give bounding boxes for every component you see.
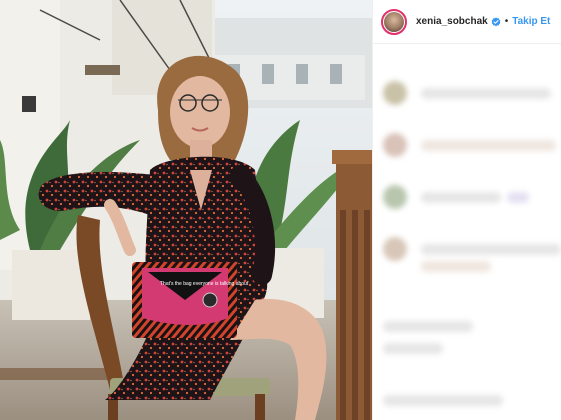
blurred-avatar: [383, 237, 407, 261]
blurred-text: [421, 139, 556, 151]
separator-dot: •: [504, 16, 509, 27]
blurred-avatar: [383, 185, 407, 209]
blurred-comment: [383, 237, 561, 261]
blurred-text: [507, 191, 529, 203]
post-photo: That's the bag everyone is talking about: [0, 0, 372, 420]
blurred-text: [383, 395, 503, 406]
blurred-comment: [383, 343, 443, 354]
blurred-comment: [383, 185, 529, 209]
bag-inscription: That's the bag everyone is talking about: [160, 281, 249, 287]
avatar-image: [384, 11, 404, 32]
profile-avatar[interactable]: [381, 8, 407, 35]
blurred-text: [383, 321, 473, 332]
username-link[interactable]: xenia_sobchak: [416, 16, 488, 27]
blurred-text: [421, 243, 561, 255]
verified-badge-icon: [491, 16, 501, 26]
post-header: xenia_sobchak • Takip Et: [373, 0, 561, 44]
blurred-comment: [383, 81, 551, 105]
blurred-comment: [421, 261, 491, 272]
blurred-comment: [383, 395, 503, 406]
blurred-comments: [373, 45, 561, 420]
blurred-comment: [383, 321, 473, 332]
blurred-text: [383, 343, 443, 354]
post-sidebar: xenia_sobchak • Takip Et: [372, 0, 561, 420]
blurred-text: [421, 261, 491, 272]
blurred-avatar: [383, 81, 407, 105]
blurred-avatar: [383, 133, 407, 157]
blurred-text: [421, 191, 501, 203]
blurred-comment: [383, 133, 556, 157]
post-photo-illustration: That's the bag everyone is talking about: [0, 0, 372, 420]
follow-button[interactable]: Takip Et: [512, 16, 550, 27]
blurred-text: [421, 87, 551, 99]
